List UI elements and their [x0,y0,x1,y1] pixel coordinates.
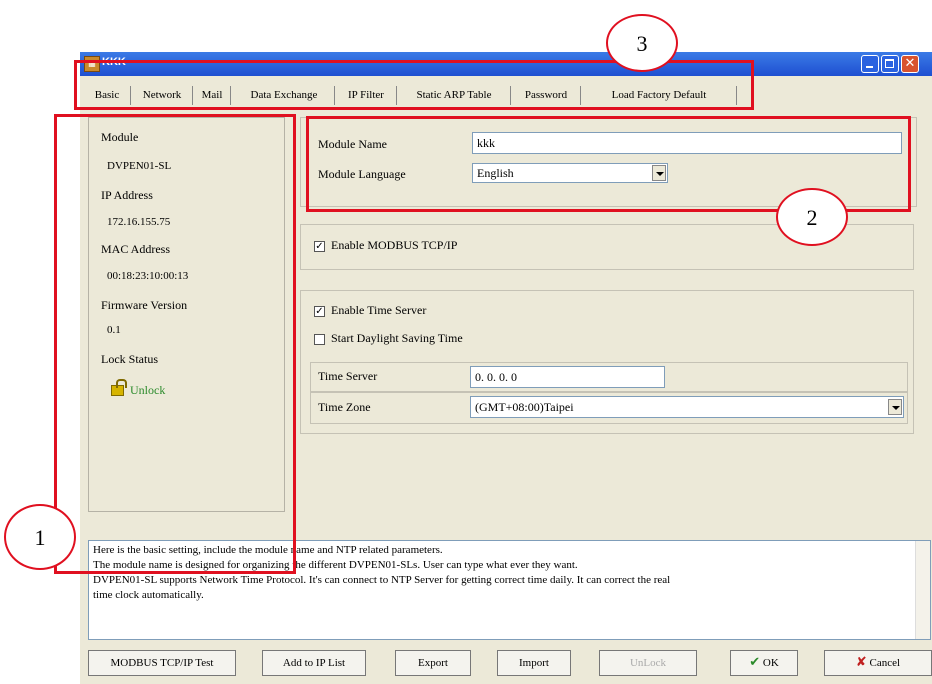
chevron-down-icon[interactable] [888,399,902,415]
enable-modbus-checkbox[interactable]: ✓ [314,241,325,252]
maximize-button[interactable] [881,55,899,73]
export-button[interactable]: Export [395,650,471,676]
time-server-input[interactable]: 0. 0. 0. 0 [470,366,665,388]
modbus-test-button[interactable]: MODBUS TCP/IP Test [88,650,236,676]
ok-button[interactable]: ✔ OK [730,650,798,676]
daylight-saving-checkbox[interactable] [314,334,325,345]
import-button[interactable]: Import [497,650,571,676]
description-line-3: DVPEN01-SL supports Network Time Protoco… [93,574,671,586]
time-zone-value: (GMT+08:00)Taipei [475,400,574,414]
annotation-marker-2: 2 [776,188,848,246]
time-server-label: Time Server [318,369,378,383]
time-zone-select[interactable]: (GMT+08:00)Taipei [470,396,904,418]
description-line-4: time clock automatically. [93,589,204,601]
cancel-button[interactable]: ✘ Cancel [824,650,932,676]
annotation-marker-1: 1 [4,504,76,570]
time-zone-label: Time Zone [318,400,371,414]
minimize-button[interactable] [861,55,879,73]
ok-label: OK [762,657,779,669]
annotation-marker-3: 3 [606,14,678,72]
enable-time-server-label: Enable Time Server [331,303,427,317]
cancel-label: Cancel [869,657,901,669]
annotation-box-1 [54,114,296,574]
enable-time-server-checkbox[interactable]: ✓ [314,306,325,317]
checkmark-icon: ✔ [749,655,761,670]
x-icon: ✘ [855,655,867,670]
add-to-ip-list-button[interactable]: Add to IP List [262,650,366,676]
enable-modbus-label: Enable MODBUS TCP/IP [331,238,458,252]
daylight-saving-label: Start Daylight Saving Time [331,331,463,345]
scrollbar[interactable] [915,541,930,639]
unlock-button[interactable]: UnLock [599,650,697,676]
close-button[interactable] [901,55,919,73]
